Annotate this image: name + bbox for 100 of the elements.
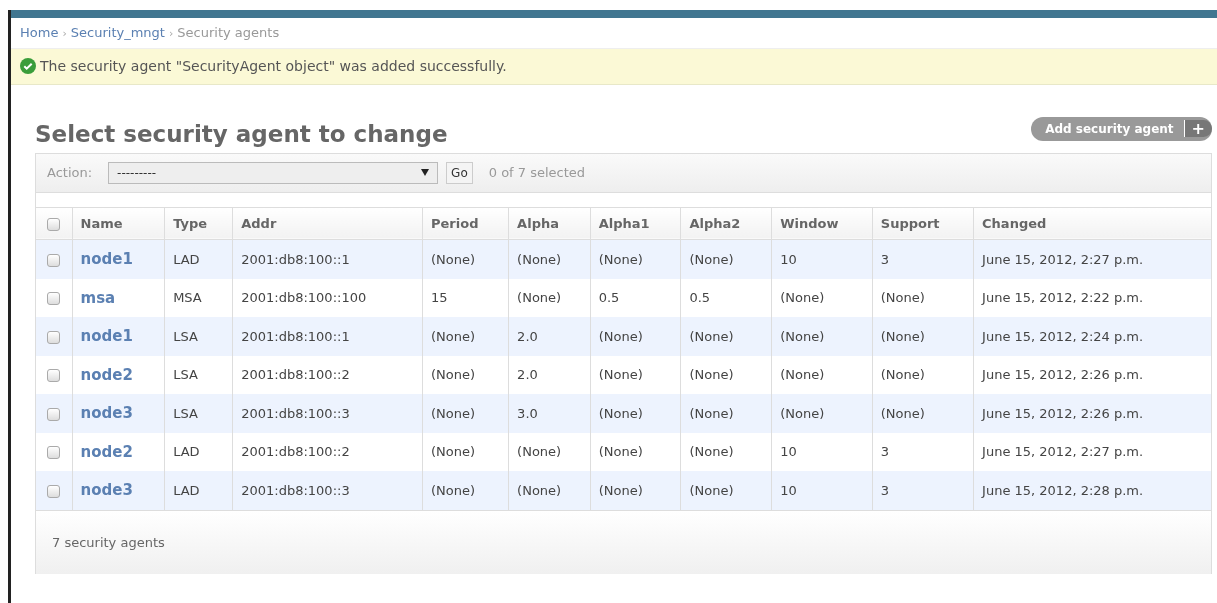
caret-icon — [421, 169, 430, 176]
table-cell: June 15, 2012, 2:26 p.m. — [982, 405, 1144, 421]
check-circle-icon — [20, 58, 36, 74]
table-cell: (None) — [517, 290, 562, 305]
table-cell: 0.5 — [598, 290, 620, 305]
table-cell: June 15, 2012, 2:27 p.m. — [982, 251, 1144, 267]
row-checkbox[interactable] — [47, 253, 61, 267]
table-cell: (None) — [780, 405, 825, 421]
column-header[interactable]: Name — [72, 207, 165, 240]
table-cell: 3 — [880, 444, 890, 459]
select-all-checkbox[interactable] — [47, 217, 61, 231]
table-cell: June 15, 2012, 2:24 p.m. — [982, 328, 1144, 344]
table-cell: 2001:db8:100::3 — [241, 482, 350, 498]
table-cell: (None) — [598, 444, 643, 459]
row-checkbox[interactable] — [47, 292, 61, 305]
table-cell: (None) — [598, 405, 643, 421]
table-cell: (None) — [598, 251, 643, 267]
table-cell: (None) — [431, 328, 476, 344]
table-cell: June 15, 2012, 2:22 p.m. — [982, 290, 1144, 305]
table-cell: 3 — [880, 482, 890, 498]
breadcrumb-current: Security agents — [177, 25, 280, 40]
table-cell: LSA — [173, 405, 198, 421]
table-cell: (None) — [689, 328, 734, 344]
table-cell: (None) — [517, 482, 562, 498]
agent-link[interactable]: node2 — [80, 365, 133, 384]
table-cell: 2001:db8:100::2 — [241, 444, 350, 459]
add-button[interactable]: Add security agent + — [1031, 116, 1212, 141]
table-cell: (None) — [780, 290, 825, 305]
table-cell: (None) — [689, 482, 734, 498]
table-cell: (None) — [880, 290, 925, 305]
table-cell: 10 — [780, 482, 797, 498]
table-cell: 0.5 — [689, 290, 711, 305]
row-checkbox[interactable] — [47, 369, 61, 382]
action-dropdown[interactable]: --------- — [108, 161, 439, 184]
table-cell: (None) — [431, 367, 476, 382]
table-cell: MSA — [173, 290, 202, 305]
table-cell: (None) — [780, 328, 825, 344]
table-cell: (None) — [431, 482, 476, 498]
table-cell: LAD — [173, 251, 200, 267]
table-cell: 10 — [780, 251, 797, 267]
column-header[interactable]: Type — [164, 207, 233, 240]
message-text: The security agent "SecurityAgent object" was added successfully. — [40, 56, 507, 76]
column-header[interactable]: Window — [771, 207, 873, 240]
table-cell: LAD — [173, 444, 200, 459]
table-cell: (None) — [880, 367, 925, 382]
table-cell: (None) — [689, 367, 734, 382]
table-cell: 2001:db8:100::1 — [241, 328, 350, 344]
table-cell: (None) — [598, 328, 643, 344]
row-checkbox[interactable] — [47, 330, 61, 344]
table-cell: (None) — [880, 328, 925, 344]
breadcrumb-separator: › — [62, 27, 67, 40]
table-cell: 2001:db8:100::2 — [241, 367, 350, 382]
agent-link[interactable]: msa — [80, 288, 116, 307]
table-cell: 2001:db8:100::1 — [241, 251, 350, 267]
table-cell: 2001:db8:100::100 — [241, 290, 367, 305]
plus-icon: + — [1183, 120, 1212, 137]
result-count: 7 security agents — [52, 534, 165, 550]
column-header[interactable]: Period — [422, 207, 509, 240]
table-cell: 10 — [780, 444, 797, 459]
table-cell: (None) — [880, 405, 925, 421]
table-cell: (None) — [689, 251, 734, 267]
row-checkbox[interactable] — [47, 446, 61, 459]
table-cell: (None) — [598, 367, 643, 382]
table-cell: 3 — [880, 251, 890, 267]
table-cell: (None) — [689, 405, 734, 421]
agent-link[interactable]: node2 — [80, 442, 133, 461]
table-cell: June 15, 2012, 2:28 p.m. — [982, 482, 1144, 498]
table-cell: LAD — [173, 482, 200, 498]
go-button[interactable]: Go — [446, 161, 473, 184]
table-cell: 15 — [431, 290, 448, 305]
table-cell: (None) — [431, 251, 476, 267]
table-cell: 2.0 — [517, 328, 538, 344]
table-cell: (None) — [517, 444, 562, 459]
table-cell: (None) — [431, 444, 476, 459]
column-header[interactable]: Alpha1 — [590, 207, 681, 240]
table-cell: (None) — [598, 482, 643, 498]
table-cell: June 15, 2012, 2:26 p.m. — [982, 367, 1144, 382]
table-cell: (None) — [780, 367, 825, 382]
column-header[interactable]: Support — [872, 207, 974, 240]
table-cell: LSA — [173, 367, 198, 382]
table-cell: (None) — [689, 444, 734, 459]
breadcrumb-link[interactable]: Security_mngt — [70, 25, 165, 40]
table-cell: June 15, 2012, 2:27 p.m. — [982, 444, 1144, 459]
table-cell: (None) — [517, 251, 562, 267]
table-cell: 2.0 — [517, 367, 538, 382]
table-cell: (None) — [431, 405, 476, 421]
table-cell: 2001:db8:100::3 — [241, 405, 350, 421]
column-header[interactable]: Alpha — [508, 207, 591, 240]
row-checkbox[interactable] — [47, 484, 61, 498]
breadcrumb-link[interactable]: Home — [20, 25, 59, 40]
column-header[interactable]: Alpha2 — [680, 207, 772, 240]
table-cell: 3.0 — [517, 405, 538, 421]
breadcrumb-separator: › — [168, 27, 174, 40]
column-header[interactable]: Addr — [232, 207, 423, 240]
column-header[interactable]: Changed — [973, 207, 1211, 240]
page-title: Select security agent to change — [35, 120, 448, 149]
row-checkbox[interactable] — [47, 407, 61, 421]
action-label: Action: — [47, 163, 93, 182]
selection-counter: 0 of 7 selected — [488, 163, 586, 182]
table-cell: LSA — [173, 328, 198, 344]
